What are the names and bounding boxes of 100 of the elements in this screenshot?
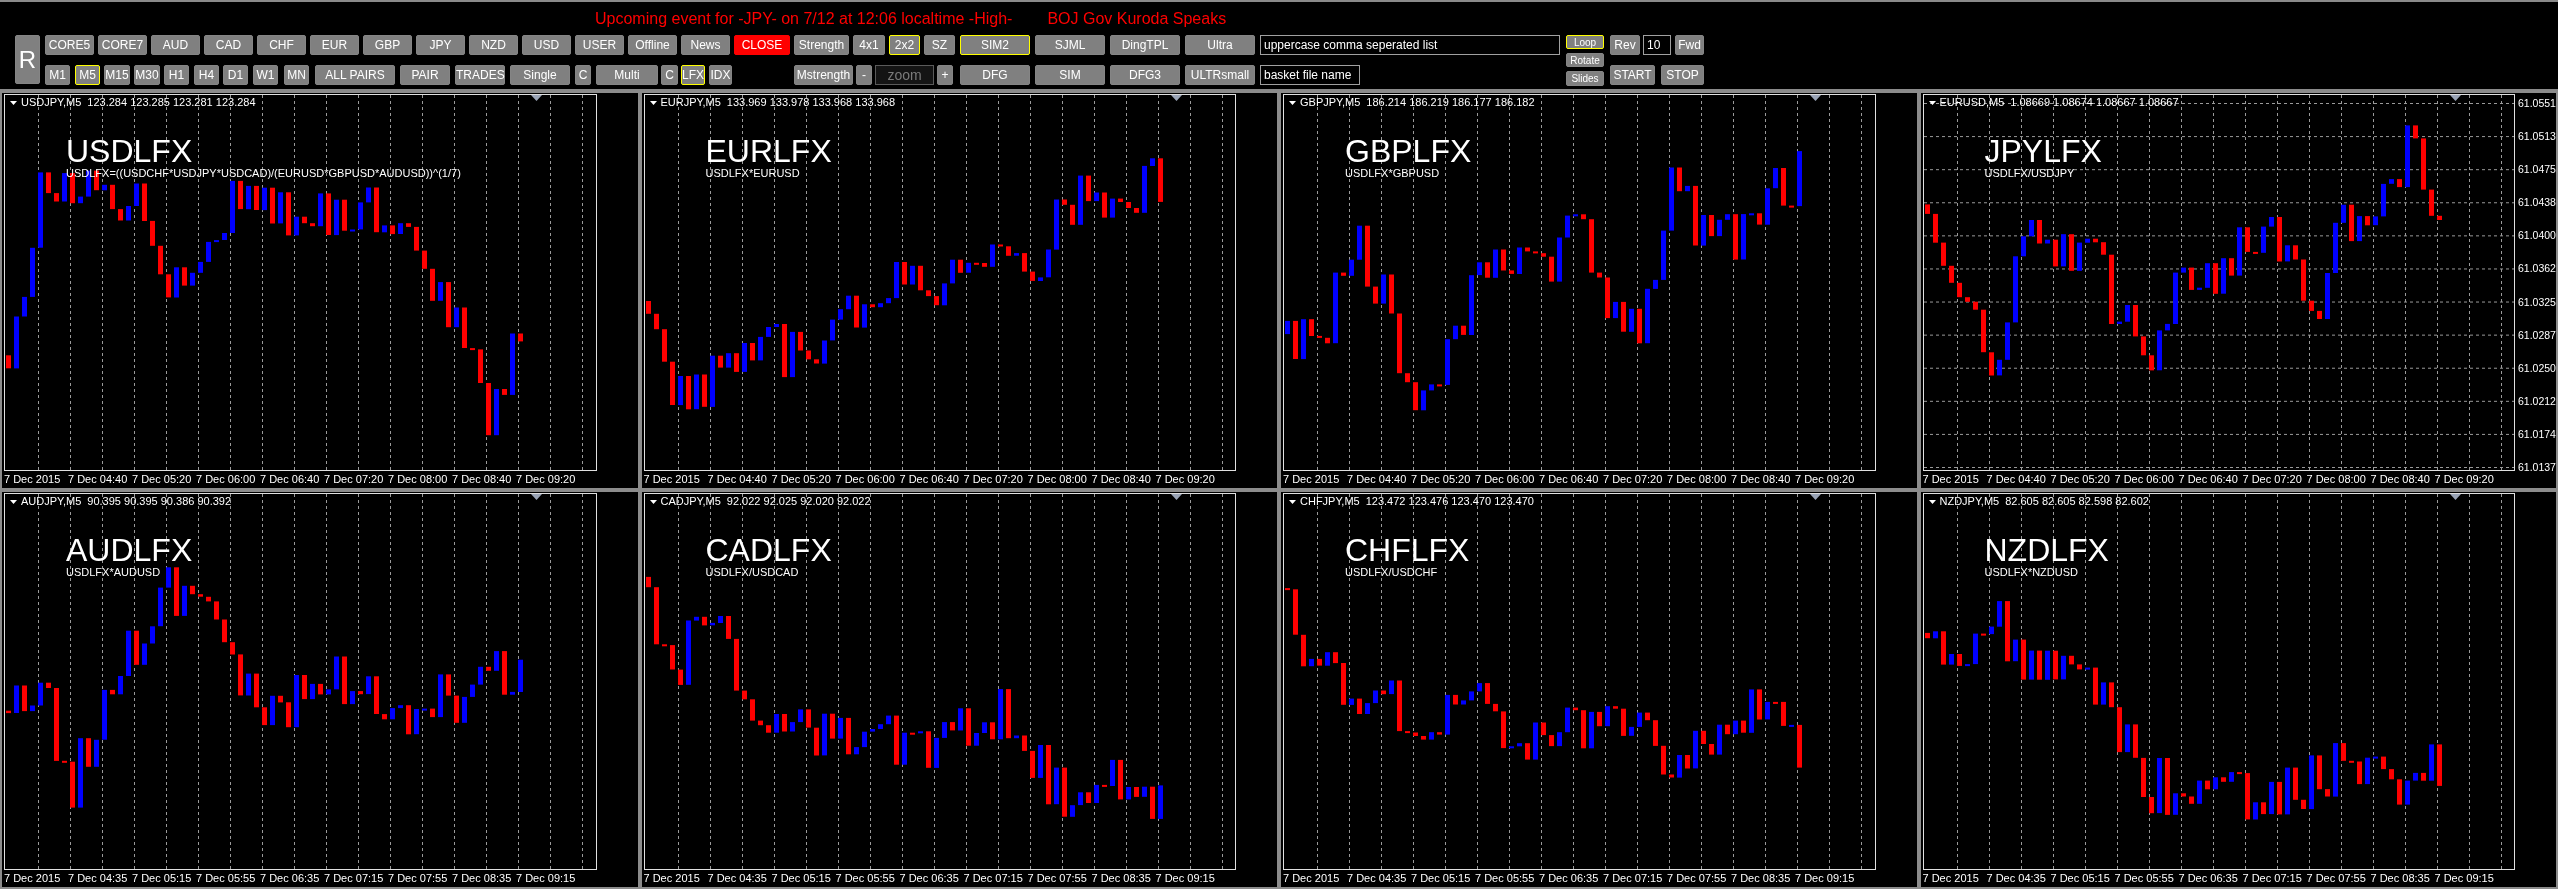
input-field[interactable]: 10 — [1643, 35, 1671, 55]
time-label: 7 Dec 04:40 — [1986, 473, 2046, 485]
toolbar-button[interactable]: ULTRsmall — [1185, 65, 1255, 85]
toolbar-button[interactable]: Ultra — [1185, 35, 1255, 55]
toolbar-button[interactable]: DFG — [960, 65, 1030, 85]
toolbar-button[interactable]: Offline — [628, 35, 677, 55]
input-field[interactable]: zoom — [875, 65, 934, 85]
toolbar-button[interactable]: D1 — [223, 65, 248, 85]
input-field[interactable]: basket file name — [1260, 65, 1360, 85]
toolbar-button[interactable]: ALL PAIRS — [315, 65, 395, 85]
time-label: 7 Dec 09:20 — [1795, 473, 1855, 485]
toolbar-button[interactable]: SJML — [1035, 35, 1105, 55]
toolbar-button[interactable]: LFX — [681, 65, 705, 85]
caret-icon[interactable] — [1289, 499, 1296, 504]
time-label: 7 Dec 08:35 — [1731, 872, 1791, 884]
price-label: 61.0174 — [2518, 426, 2556, 441]
toolbar-button[interactable]: H4 — [194, 65, 219, 85]
toolbar-button[interactable]: M1 — [45, 65, 70, 85]
toolbar-button[interactable]: M30 — [134, 65, 160, 85]
toolbar-button[interactable]: Loop — [1566, 35, 1604, 49]
shift-marker-icon[interactable] — [2449, 95, 2461, 101]
toolbar-button[interactable]: CORE5 — [45, 35, 94, 55]
toolbar-button[interactable]: JPY — [416, 35, 465, 55]
index-title: EURLFX — [705, 136, 832, 166]
toolbar-button[interactable]: USD — [522, 35, 571, 55]
toolbar-button[interactable]: Slides — [1566, 71, 1604, 86]
shift-marker-icon[interactable] — [1170, 494, 1182, 500]
toolbar-button[interactable]: 2x2 — [889, 35, 920, 55]
caret-icon[interactable] — [10, 100, 17, 105]
shift-marker-icon[interactable] — [1170, 95, 1182, 101]
time-label: 7 Dec 09:20 — [2434, 473, 2494, 485]
quote-label: 82.605 82.605 82.598 82.602 — [2005, 495, 2149, 508]
shift-marker-icon[interactable] — [1810, 494, 1821, 500]
time-label: 7 Dec 06:35 — [1539, 872, 1599, 884]
toolbar-button[interactable]: SZ — [924, 35, 955, 55]
time-label: 7 Dec 2015 — [643, 872, 700, 884]
toolbar-button[interactable]: IDX — [709, 65, 732, 85]
toolbar-button[interactable]: Rev — [1610, 35, 1640, 55]
shift-marker-icon[interactable] — [531, 95, 542, 101]
toolbar-button[interactable]: GBP — [363, 35, 412, 55]
toolbar-button[interactable]: CAD — [204, 35, 253, 55]
index-formula: USDLFX=((USDCHF*USDJPY*USDCAD)/(EURUSD*GBPUSD*AUDUSD))^(1/7) — [66, 166, 461, 180]
toolbar-button[interactable]: - — [856, 65, 872, 85]
shift-marker-icon[interactable] — [1810, 95, 1821, 101]
toolbar-button[interactable]: News — [681, 35, 730, 55]
time-label: 7 Dec 04:35 — [1986, 872, 2046, 884]
caret-icon[interactable] — [10, 499, 17, 504]
index-title: USDLFX — [66, 136, 193, 166]
toolbar-button[interactable]: EUR — [310, 35, 359, 55]
toolbar-button[interactable]: C — [575, 65, 591, 85]
toolbar-button[interactable]: Multi — [596, 65, 658, 85]
shift-marker-icon[interactable] — [531, 494, 542, 500]
toolbar-button[interactable]: CORE7 — [98, 35, 147, 55]
input-field[interactable]: uppercase comma seperated list — [1260, 35, 1560, 55]
time-label: 7 Dec 06:35 — [260, 872, 320, 884]
toolbar-button[interactable]: 4x1 — [853, 35, 885, 55]
index-formula: USDLFX/USDCAD — [705, 565, 799, 579]
time-label: 7 Dec 08:40 — [452, 473, 512, 485]
caret-icon[interactable] — [649, 100, 657, 105]
time-label: 7 Dec 08:35 — [2370, 872, 2430, 884]
toolbar-button[interactable]: CHF — [257, 35, 306, 55]
toolbar-button[interactable]: Single — [510, 65, 570, 85]
toolbar-button[interactable]: AUD — [151, 35, 200, 55]
caret-icon[interactable] — [1289, 100, 1296, 105]
toolbar-button[interactable]: SIM — [1035, 65, 1105, 85]
toolbar-button[interactable]: + — [937, 65, 953, 85]
quote-label: 1.08669 1.08674 1.08667 1.08667 — [2010, 96, 2179, 109]
toolbar-button[interactable]: MN — [284, 65, 309, 85]
caret-icon[interactable] — [1928, 499, 1936, 504]
caret-icon[interactable] — [649, 499, 657, 504]
time-label: 7 Dec 09:15 — [516, 872, 576, 884]
toolbar-button[interactable]: M15 — [104, 65, 130, 85]
shift-marker-icon[interactable] — [2449, 494, 2461, 500]
caret-icon[interactable] — [1928, 100, 1936, 105]
time-label: 7 Dec 06:35 — [2178, 872, 2238, 884]
toolbar-button[interactable]: SIM2 — [960, 35, 1030, 55]
toolbar-button[interactable]: NZD — [469, 35, 518, 55]
toolbar-button[interactable]: DFG3 — [1110, 65, 1180, 85]
toolbar-button[interactable]: Rotate — [1566, 53, 1604, 67]
toolbar-button[interactable]: C — [661, 65, 678, 85]
toolbar-button[interactable]: M5 — [75, 65, 100, 85]
toolbar-button[interactable]: PAIR — [400, 65, 450, 85]
toolbar-button[interactable]: START — [1610, 65, 1655, 85]
toolbar-button[interactable]: Strength — [794, 35, 849, 55]
index-formula: USDLFX/USDCHF — [1345, 565, 1438, 579]
toolbar-button[interactable]: CLOSE — [734, 35, 790, 55]
symbol-label: GBPJPY,M5 — [1300, 96, 1361, 109]
toolbar-button[interactable]: TRADES — [455, 65, 505, 85]
toolbar-button[interactable]: H1 — [164, 65, 189, 85]
toolbar-button[interactable]: Fwd — [1675, 35, 1704, 55]
toolbar-button[interactable]: STOP — [1661, 65, 1704, 85]
time-label: 7 Dec 07:20 — [1603, 473, 1663, 485]
toolbar-button[interactable]: R — [15, 35, 40, 84]
time-label: 7 Dec 05:20 — [1411, 473, 1471, 485]
toolbar-button[interactable]: Mstrength — [794, 65, 853, 85]
toolbar-button[interactable]: USER — [575, 35, 624, 55]
toolbar-button[interactable]: DingTPL — [1110, 35, 1180, 55]
time-label: 7 Dec 05:55 — [1475, 872, 1535, 884]
time-label: 7 Dec 08:40 — [1731, 473, 1791, 485]
toolbar-button[interactable]: W1 — [253, 65, 278, 85]
